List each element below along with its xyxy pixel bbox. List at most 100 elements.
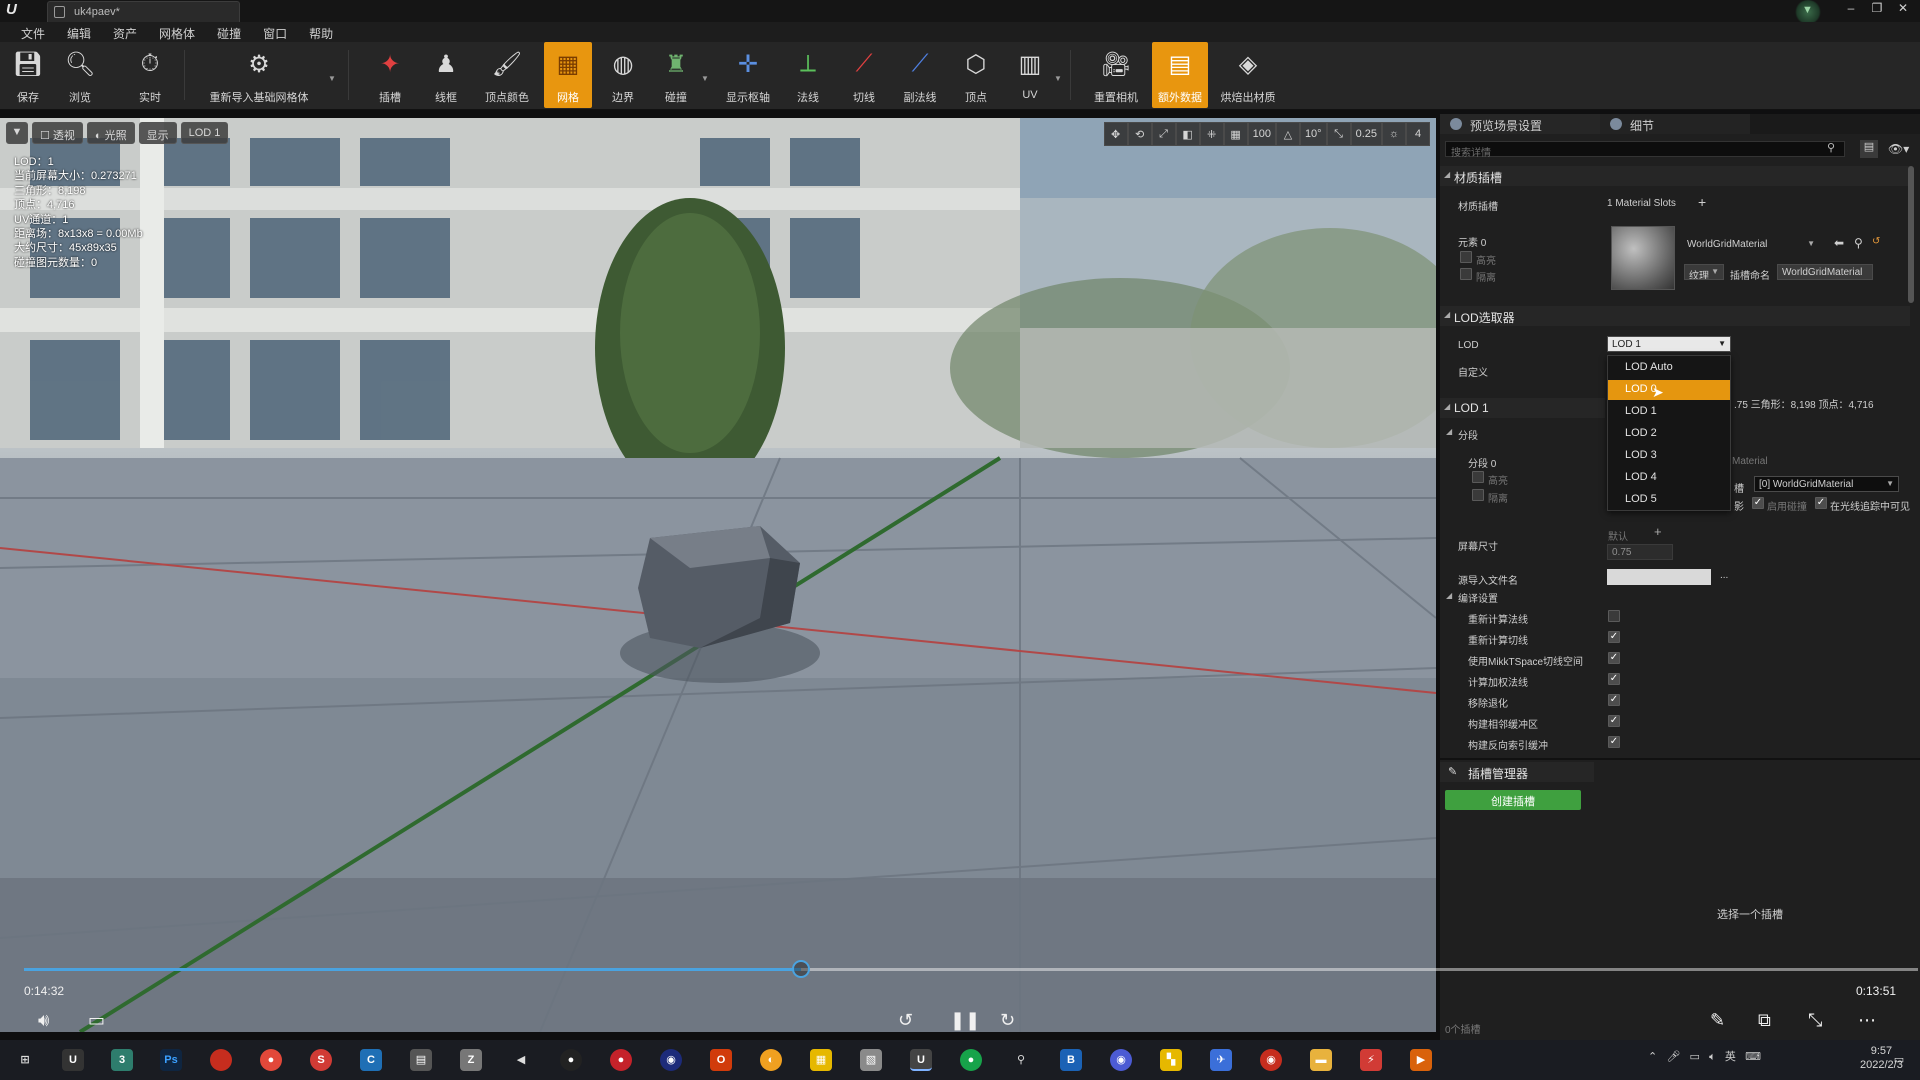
- save-button[interactable]: 💾︎ 保存: [8, 42, 48, 108]
- material-thumbnail[interactable]: [1611, 226, 1675, 290]
- app-orange-icon[interactable]: ◐: [760, 1049, 782, 1071]
- material-picker[interactable]: WorldGridMaterial ▼: [1682, 236, 1820, 252]
- picture-in-picture-icon[interactable]: ⧉: [1758, 1010, 1771, 1031]
- section-highlight-checkbox[interactable]: [1472, 471, 1484, 483]
- grid-snap-value[interactable]: 100: [1247, 122, 1276, 146]
- more-options-icon[interactable]: ⋯: [1858, 1010, 1876, 1031]
- document-tab[interactable]: uk4paev*: [47, 1, 240, 22]
- speaker-icon[interactable]: 🔈︎: [1709, 1051, 1716, 1063]
- show-button[interactable]: 显示: [138, 122, 177, 144]
- details-search-input[interactable]: 搜索详情: [1445, 141, 1845, 159]
- lod-option-4[interactable]: LOD 4: [1608, 468, 1730, 488]
- use-selected-icon[interactable]: ⬅: [1834, 236, 1844, 250]
- remove-degenerates-checkbox[interactable]: ✓: [1608, 694, 1620, 706]
- tab-details[interactable]: 细节: [1600, 114, 1750, 134]
- slot-name-field[interactable]: WorldGridMaterial: [1777, 264, 1873, 280]
- grid-button[interactable]: ▦ 网格: [544, 42, 592, 108]
- browse-button[interactable]: 🔍︎ 浏览: [60, 42, 100, 108]
- isolate-checkbox[interactable]: [1460, 268, 1472, 280]
- close-button[interactable]: ✕: [1892, 0, 1914, 18]
- lod-option-1[interactable]: LOD 1: [1608, 402, 1730, 422]
- lod-option-5[interactable]: LOD 5: [1608, 490, 1730, 510]
- section-isolate-checkbox[interactable]: [1472, 489, 1484, 501]
- app-gray-icon[interactable]: ▤: [410, 1049, 432, 1071]
- app-s-icon[interactable]: S: [310, 1049, 332, 1071]
- viewport[interactable]: ▼ ☐ 透视 ◐ 光照 显示 LOD 1 ✥ ⟲ ⤢ ◧ ⁜ ▦ 100 △ 1…: [0, 118, 1436, 1032]
- pause-icon[interactable]: ❚❚: [950, 1010, 980, 1031]
- vertices-button[interactable]: ⬡ 顶点: [956, 42, 996, 108]
- app-search-icon[interactable]: ⚲: [1010, 1049, 1032, 1071]
- highlight-checkbox[interactable]: [1460, 251, 1472, 263]
- reimport-dropdown-icon[interactable]: ▼: [328, 74, 336, 83]
- app-red2-icon[interactable]: ⚡: [1360, 1049, 1382, 1071]
- reversed-index-buffer-checkbox[interactable]: ✓: [1608, 736, 1620, 748]
- app-obs-icon[interactable]: ◉: [1110, 1049, 1132, 1071]
- collision-button[interactable]: ♜ 碰撞: [656, 42, 696, 108]
- world-local-icon[interactable]: ◧: [1175, 122, 1200, 146]
- app-colorgrid-icon[interactable]: ▚: [1160, 1049, 1182, 1071]
- vertex-color-button[interactable]: 🖌︎ 顶点颜色: [480, 42, 534, 108]
- additional-data-button[interactable]: ▤ 额外数据: [1152, 42, 1208, 108]
- app-zbrush-icon[interactable]: Z: [460, 1049, 482, 1071]
- edit-icon[interactable]: ✎: [1710, 1010, 1725, 1031]
- network-icon[interactable]: ▭: [1690, 1051, 1700, 1063]
- source-file-field[interactable]: [1607, 569, 1711, 585]
- photoshop-icon[interactable]: Ps: [160, 1049, 182, 1071]
- app-3-icon[interactable]: 3: [111, 1049, 133, 1071]
- perspective-button[interactable]: ☐ 透视: [32, 122, 83, 144]
- binormals-button[interactable]: ⟋ 副法线: [898, 42, 942, 108]
- file-explorer-icon[interactable]: ▬: [1310, 1049, 1332, 1071]
- lod-option-3[interactable]: LOD 3: [1608, 446, 1730, 466]
- subtitles-icon[interactable]: ▭: [88, 1010, 105, 1031]
- chrome-icon[interactable]: [210, 1049, 232, 1071]
- bake-material-button[interactable]: ◈ 烘焙出材质: [1216, 42, 1280, 108]
- app-grid-icon[interactable]: ▦: [810, 1049, 832, 1071]
- section-material-slot-dropdown[interactable]: [0] WorldGridMaterial ▼: [1754, 476, 1899, 492]
- lod-option-2[interactable]: LOD 2: [1608, 424, 1730, 444]
- add-material-slot-icon[interactable]: +: [1698, 194, 1706, 210]
- wireframe-button[interactable]: ♟ 线框: [426, 42, 466, 108]
- menu-file[interactable]: 文件: [10, 22, 56, 42]
- app-netease-icon[interactable]: ●: [610, 1049, 632, 1071]
- keyboard-icon[interactable]: ⌨: [1745, 1051, 1761, 1063]
- tray-expand-icon[interactable]: ⌃: [1648, 1051, 1657, 1063]
- sockets-button[interactable]: ✦ 插槽: [370, 42, 410, 108]
- lod-dropdown[interactable]: LOD 1 ▼: [1607, 336, 1731, 352]
- adjacency-buffer-checkbox[interactable]: ✓: [1608, 715, 1620, 727]
- app-blender-icon[interactable]: ◉: [660, 1049, 682, 1071]
- property-matrix-icon[interactable]: ▤: [1860, 140, 1878, 158]
- menu-collision[interactable]: 碰撞: [206, 22, 252, 42]
- tab-preview-scene-settings[interactable]: 预览场景设置: [1440, 114, 1600, 134]
- app-red-icon[interactable]: ●: [260, 1049, 282, 1071]
- recompute-tangents-checkbox[interactable]: ✓: [1608, 631, 1620, 643]
- normals-button[interactable]: ⟂ 法线: [788, 42, 828, 108]
- rewind-10-icon[interactable]: ↺: [898, 1010, 913, 1031]
- mikktspace-checkbox[interactable]: ✓: [1608, 652, 1620, 664]
- grid-snap-icon[interactable]: ▦: [1223, 122, 1248, 146]
- app-blue-icon[interactable]: C: [360, 1049, 382, 1071]
- app-arrow-icon[interactable]: ◀: [510, 1049, 532, 1071]
- uv-dropdown-icon[interactable]: ▼: [1054, 74, 1062, 83]
- camera-speed-value[interactable]: 4: [1406, 122, 1430, 146]
- volume-icon[interactable]: 🔊︎: [38, 1010, 49, 1031]
- tangents-button[interactable]: ⟋ 切线: [844, 42, 884, 108]
- maximize-button[interactable]: ❐: [1866, 0, 1888, 18]
- translate-icon[interactable]: ✥: [1103, 122, 1128, 146]
- section-lod-picker[interactable]: ◢ LOD选取器: [1440, 306, 1910, 326]
- lit-button[interactable]: ◐ 光照: [86, 122, 135, 144]
- browse-asset-icon[interactable]: ⚲: [1854, 236, 1863, 250]
- reimport-base-mesh-button[interactable]: ⚙ 重新导入基础网格体: [200, 42, 318, 108]
- source-control-icon[interactable]: ▼: [1794, 0, 1822, 24]
- menu-help[interactable]: 帮助: [298, 22, 344, 42]
- reset-camera-button[interactable]: 🎥︎ 重置相机: [1090, 42, 1142, 108]
- microphone-icon[interactable]: 🎤︎: [1666, 1051, 1680, 1063]
- unreal-logo-icon[interactable]: U: [6, 1, 30, 21]
- app-green-icon[interactable]: ●: [960, 1049, 982, 1071]
- unreal-launcher-icon[interactable]: U: [62, 1049, 84, 1071]
- rotate-icon[interactable]: ⟲: [1127, 122, 1152, 146]
- source-file-browse-button[interactable]: ...: [1720, 570, 1728, 581]
- create-socket-button[interactable]: 创建插槽: [1445, 790, 1581, 810]
- collision-dropdown-icon[interactable]: ▼: [701, 74, 709, 83]
- app-video-icon[interactable]: ▶: [1410, 1049, 1432, 1071]
- lod-option-auto[interactable]: LOD Auto: [1608, 358, 1730, 378]
